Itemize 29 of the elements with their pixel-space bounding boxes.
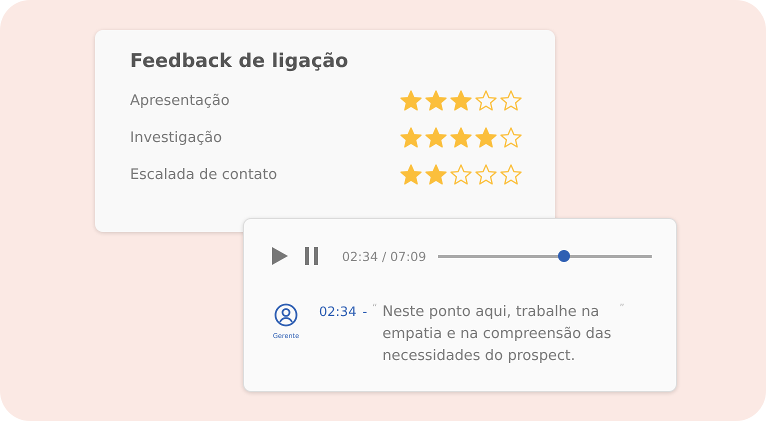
filled-star-icon — [424, 126, 448, 150]
empty-star-icon — [499, 126, 523, 150]
empty-star-icon — [474, 88, 498, 112]
pause-icon[interactable] — [304, 246, 320, 266]
filled-star-icon — [474, 126, 498, 150]
card-title: Feedback de ligação — [130, 50, 350, 72]
filled-star-icon — [449, 126, 473, 150]
criterion-label: Apresentação — [130, 92, 230, 108]
filled-star-icon — [424, 88, 448, 112]
playback-time: 02:34 / 07:09 — [342, 248, 426, 264]
separator: - — [362, 305, 368, 320]
filled-star-icon — [424, 162, 448, 186]
filled-star-icon — [399, 126, 423, 150]
comment-timestamp[interactable]: 02:34 — [319, 305, 356, 320]
criterion-label: Investigação — [130, 130, 222, 146]
slider-thumb[interactable] — [558, 250, 570, 262]
user-avatar-icon — [274, 303, 298, 327]
filled-star-icon — [399, 162, 423, 186]
criterion-label: Escalada de contato — [130, 166, 278, 182]
play-icon[interactable] — [271, 246, 289, 266]
empty-star-icon — [499, 162, 523, 186]
empty-star-icon — [449, 162, 473, 186]
empty-star-icon — [499, 88, 523, 112]
filled-star-icon — [399, 88, 423, 112]
comment-text: Neste ponto aqui, trabalhe na empatia e na compreensão das necessidades do prospect. — [382, 303, 612, 366]
filled-star-icon — [449, 88, 473, 112]
open-quote: “ — [372, 303, 378, 314]
empty-star-icon — [474, 162, 498, 186]
close-quote: ” — [619, 303, 625, 314]
